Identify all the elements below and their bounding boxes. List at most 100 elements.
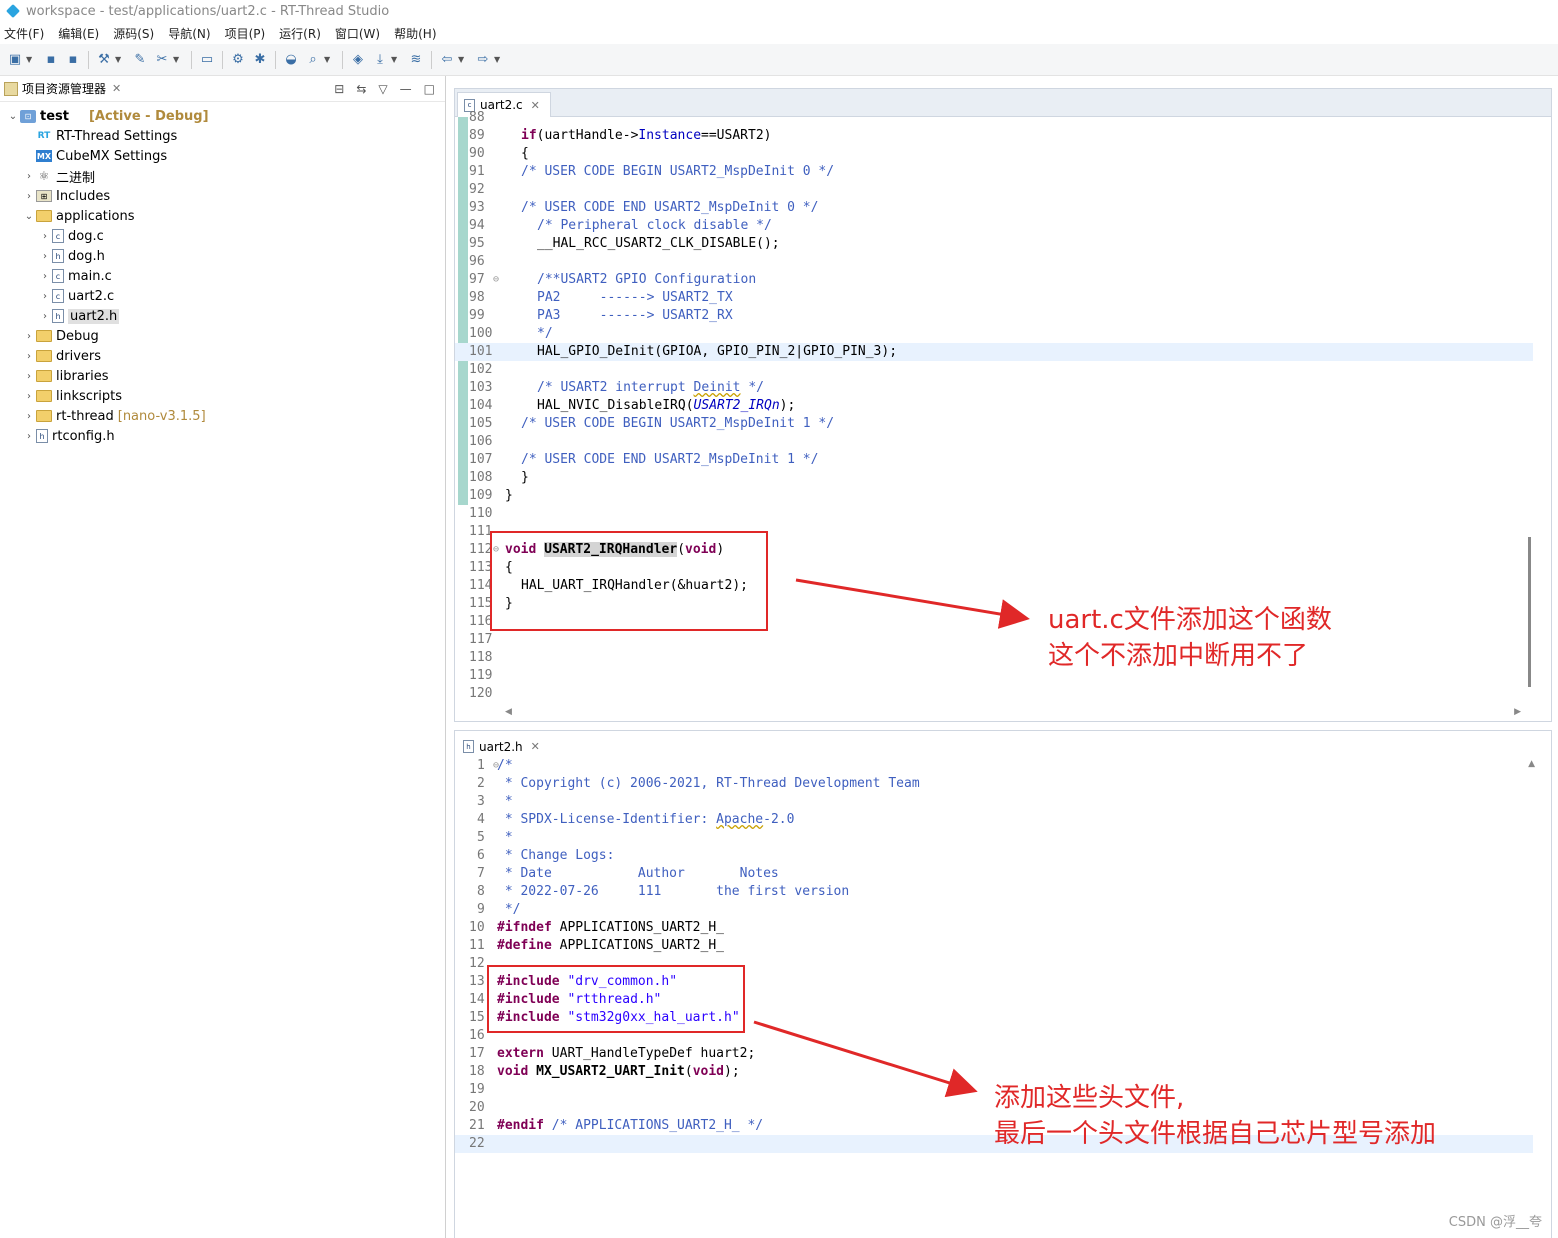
project-explorer-tab[interactable]: 项目资源管理器 ✕ — [4, 80, 121, 97]
line-number: 119 — [469, 668, 493, 683]
includes-icon: ⊞ — [36, 190, 52, 202]
minimize-icon[interactable]: — — [400, 82, 412, 96]
annotation-bottom-line2: 最后一个头文件根据自己芯片型号添加 — [994, 1119, 1437, 1149]
expand-chevron-icon[interactable]: ⌄ — [22, 211, 36, 222]
line-number: 98 — [469, 290, 485, 305]
line-number: 10 — [469, 920, 485, 935]
search-dropdown-icon[interactable]: ▼ — [324, 55, 332, 64]
fold-collapse-icon[interactable]: ⊖ — [493, 271, 499, 289]
tree-item-test[interactable]: ⌄ ⊡ test [Active - Debug] — [0, 106, 445, 126]
collapsed-chevron-icon[interactable]: › — [22, 411, 36, 422]
download-dropdown-icon[interactable]: ▼ — [391, 55, 399, 64]
tree-item-drivers[interactable]: › drivers — [0, 346, 445, 366]
link-with-editor-icon[interactable]: ⇆ — [356, 82, 366, 96]
line-number: 100 — [469, 326, 493, 341]
collapsed-chevron-icon[interactable]: › — [22, 391, 36, 402]
save-icon[interactable]: ▪ — [42, 51, 60, 69]
terminal-icon[interactable]: ▭ — [198, 51, 216, 69]
open-folder-icon[interactable]: ◒ — [282, 51, 300, 69]
tree-item-dog-h[interactable]: › h dog.h — [0, 246, 445, 266]
menu-edit[interactable]: 编辑(E) — [58, 25, 99, 42]
build-dropdown-icon[interactable]: ▼ — [115, 55, 123, 64]
collapsed-chevron-icon[interactable]: › — [38, 251, 52, 262]
sdk-manager-icon[interactable]: ◈ — [349, 51, 367, 69]
tree-item-rt-thread[interactable]: › rt-thread [nano-v3.1.5] — [0, 406, 445, 426]
forward-dropdown-icon[interactable]: ▼ — [494, 55, 502, 64]
debug-bug-icon[interactable]: ✱ — [251, 51, 269, 69]
line-number: 19 — [469, 1082, 485, 1097]
tree-item-applications[interactable]: ⌄ applications — [0, 206, 445, 226]
line-number: 108 — [469, 470, 493, 485]
scroll-right-icon[interactable]: ▶ — [1514, 707, 1521, 717]
rebuild-icon[interactable]: ✎ — [131, 51, 149, 69]
tab-uart2-h[interactable]: h uart2.h ✕ — [457, 734, 550, 759]
build-hammer-icon[interactable]: ⚒ — [95, 51, 113, 69]
tree-item-rt-thread-settings[interactable]: RT RT-Thread Settings — [0, 126, 445, 146]
tree-item-dog-c[interactable]: › c dog.c — [0, 226, 445, 246]
tree-item-linkscripts[interactable]: › linkscripts — [0, 386, 445, 406]
collapsed-chevron-icon[interactable]: › — [22, 351, 36, 362]
close-icon[interactable]: ✕ — [112, 82, 121, 95]
collapsed-chevron-icon[interactable]: › — [22, 171, 36, 182]
line-number: 120 — [469, 686, 493, 701]
back-dropdown-icon[interactable]: ▼ — [458, 55, 466, 64]
editor-tabbar: h uart2.h ✕ — [455, 731, 1551, 759]
collapsed-chevron-icon[interactable]: › — [22, 331, 36, 342]
new-icon[interactable]: ▣ — [6, 51, 24, 69]
rt-thread-icon: RT — [37, 131, 51, 141]
scroll-up-icon[interactable]: ▲ — [1528, 759, 1535, 769]
tree-item-includes[interactable]: › ⊞ Includes — [0, 186, 445, 206]
menu-source[interactable]: 源码(S) — [113, 25, 154, 42]
toolbar-separator — [275, 50, 276, 69]
tree-item-binaries[interactable]: › ⚛ 二进制 — [0, 166, 445, 186]
tree-item-label: rt-thread — [56, 408, 114, 424]
toolbar-separator — [88, 50, 89, 69]
collapse-all-icon[interactable]: ⊟ — [334, 82, 344, 96]
project-icon: ⊡ — [20, 109, 36, 123]
back-arrow-icon[interactable]: ⇦ — [438, 51, 456, 69]
scroll-left-icon[interactable]: ◀ — [505, 707, 512, 717]
tree-item-uart2-h[interactable]: › h uart2.h — [0, 306, 445, 326]
vertical-scrollbar-thumb[interactable] — [1528, 537, 1531, 687]
menu-navigate[interactable]: 导航(N) — [168, 25, 210, 42]
save-all-icon[interactable]: ▪ — [64, 51, 82, 69]
line-number: 106 — [469, 434, 493, 449]
collapsed-chevron-icon[interactable]: › — [38, 271, 52, 282]
layers-icon[interactable]: ≋ — [407, 51, 425, 69]
collapsed-chevron-icon[interactable]: › — [22, 431, 36, 442]
line-number: 99 — [469, 308, 485, 323]
collapsed-chevron-icon[interactable]: › — [22, 371, 36, 382]
menu-project[interactable]: 项目(P) — [225, 25, 266, 42]
tree-item-label: uart2.h — [68, 308, 120, 324]
settings-gear-icon[interactable]: ⚙ — [229, 51, 247, 69]
new-dropdown-icon[interactable]: ▼ — [26, 55, 34, 64]
expand-chevron-icon[interactable]: ⌄ — [6, 111, 20, 122]
menu-help[interactable]: 帮助(H) — [394, 25, 436, 42]
tree-item-main-c[interactable]: › c main.c — [0, 266, 445, 286]
clean-icon[interactable]: ✂ — [153, 51, 171, 69]
menu-file[interactable]: 文件(F) — [4, 25, 44, 42]
tree-item-debug[interactable]: › Debug — [0, 326, 445, 346]
tree-item-cubemx-settings[interactable]: MX CubeMX Settings — [0, 146, 445, 166]
close-icon[interactable]: ✕ — [531, 740, 540, 753]
line-number: 91 — [469, 164, 485, 179]
line-number: 89 — [469, 128, 485, 143]
collapsed-chevron-icon[interactable]: › — [38, 291, 52, 302]
tree-item-uart2-c[interactable]: › c uart2.c — [0, 286, 445, 306]
view-menu-icon[interactable]: ▽ — [378, 82, 387, 96]
tree-item-libraries[interactable]: › libraries — [0, 366, 445, 386]
collapsed-chevron-icon[interactable]: › — [38, 311, 52, 322]
collapsed-chevron-icon[interactable]: › — [38, 231, 52, 242]
horizontal-scrollbar[interactable]: ◀ ▶ — [505, 707, 1521, 717]
line-number: 11 — [469, 938, 485, 953]
maximize-icon[interactable]: □ — [424, 82, 435, 96]
download-icon[interactable]: ⤓ — [371, 51, 389, 69]
clean-dropdown-icon[interactable]: ▼ — [173, 55, 181, 64]
search-icon[interactable]: ⌕ — [304, 51, 322, 69]
forward-arrow-icon[interactable]: ⇨ — [474, 51, 492, 69]
tree-item-rtconfig-h[interactable]: › h rtconfig.h — [0, 426, 445, 446]
collapsed-chevron-icon[interactable]: › — [22, 191, 36, 202]
line-number: 118 — [469, 650, 493, 665]
menu-run[interactable]: 运行(R) — [279, 25, 321, 42]
menu-window[interactable]: 窗口(W) — [335, 25, 380, 42]
